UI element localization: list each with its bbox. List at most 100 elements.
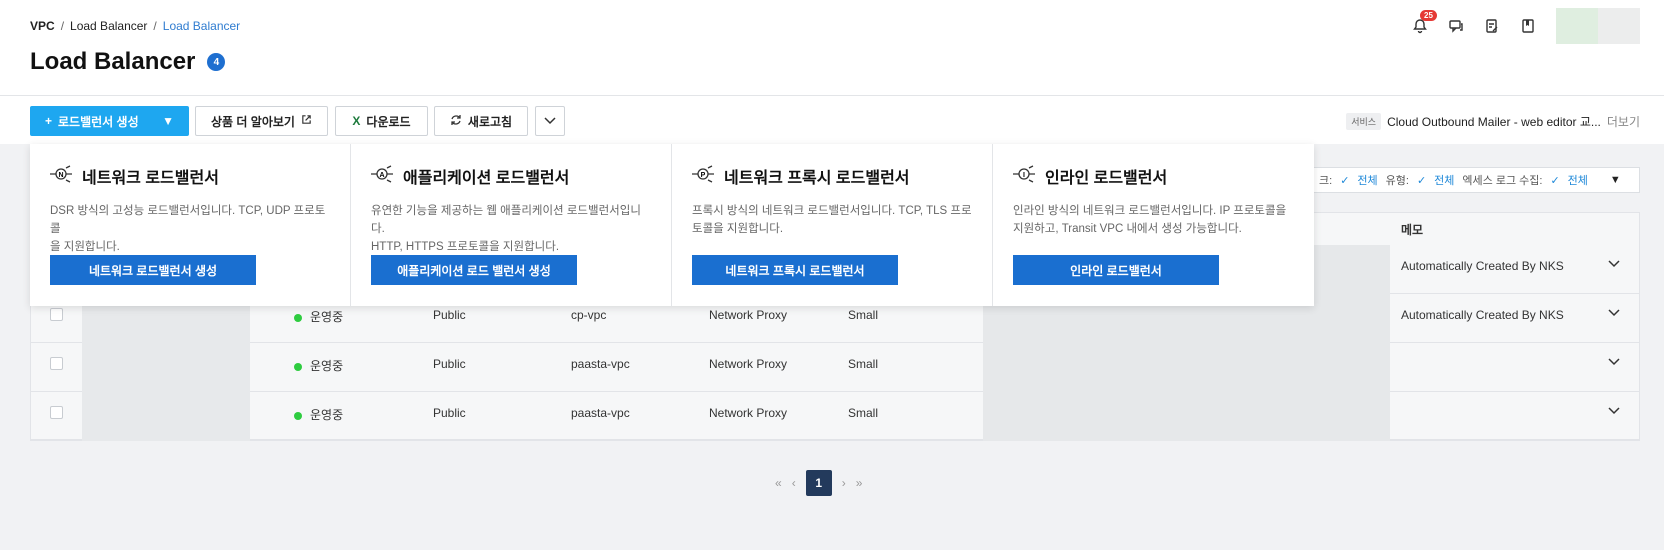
row-size: Small — [848, 357, 879, 371]
download-button[interactable]: X 다운로드 — [335, 106, 428, 136]
chevron-down-icon — [544, 114, 556, 128]
memo-column-header: 메모 — [1401, 223, 1424, 237]
dropdown-card-title-text: 네트워크 로드밸런서 — [82, 170, 219, 187]
dropdown-card-application: A 애플리케이션 로드밸런서 유연한 기능을 제공하는 웹 애플리케이션 로드밸… — [351, 144, 672, 306]
more-options-button[interactable] — [535, 106, 565, 136]
row-checkbox[interactable] — [50, 406, 63, 419]
row-checkbox[interactable] — [50, 308, 63, 321]
row-status-text: 운영중 — [310, 310, 344, 324]
prev-page-icon[interactable]: ‹ — [792, 476, 796, 490]
breadcrumb-item-current[interactable]: Load Balancer — [163, 19, 240, 33]
page-title-text: Load Balancer — [30, 48, 196, 75]
inline-lb-icon: I — [1013, 164, 1035, 188]
breadcrumb-separator: / — [60, 19, 65, 33]
svg-text:I: I — [1023, 172, 1025, 179]
expand-row-chevron-icon[interactable] — [1608, 355, 1620, 369]
svg-text:P: P — [701, 172, 706, 179]
last-page-icon[interactable]: » — [856, 476, 863, 490]
create-network-lb-button[interactable]: 네트워크 로드밸런서 생성 — [50, 255, 256, 285]
desc-line: DSR 방식의 고성능 로드밸런서입니다. TCP, UDP 프로토콜 — [50, 205, 326, 235]
book-icon[interactable] — [1516, 14, 1540, 38]
dropdown-card-title-text: 애플리케이션 로드밸런서 — [403, 170, 570, 187]
create-network-proxy-lb-button[interactable]: 네트워크 프록시 로드밸런서 — [692, 255, 898, 285]
filter-dropdown-caret-icon[interactable]: ▼ — [1610, 174, 1621, 186]
more-link[interactable]: 더보기 — [1607, 113, 1640, 130]
toolbar: + 로드밸런서 생성 ▼ 상품 더 알아보기 X 다운로드 새로고침 서비스 C… — [0, 96, 1664, 144]
edit-note-icon[interactable] — [1480, 14, 1504, 38]
breadcrumb: VPC / Load Balancer / Load Balancer — [30, 19, 240, 33]
filter-network-label: 크: — [1319, 175, 1333, 187]
expand-row-chevron-icon[interactable] — [1608, 257, 1620, 271]
caret-down-icon: ▼ — [162, 114, 174, 128]
service-name[interactable]: Cloud Outbound Mailer - web editor 교... — [1387, 113, 1601, 130]
row-type: Network Proxy — [709, 308, 788, 322]
row-access: Public — [433, 357, 466, 371]
check-icon: ✓ — [1550, 174, 1560, 187]
create-load-balancer-button[interactable]: + 로드밸런서 생성 ▼ — [30, 106, 189, 136]
page-number-current[interactable]: 1 — [805, 470, 832, 496]
row-status: 운영중 — [294, 406, 343, 423]
row-memo: Automatically Created By NKS — [1401, 259, 1564, 273]
desc-line: 을 지원합니다. — [50, 241, 120, 253]
download-label: 다운로드 — [366, 114, 411, 129]
expand-row-chevron-icon[interactable] — [1608, 404, 1620, 418]
dropdown-card-title-text: 인라인 로드밸런서 — [1045, 170, 1168, 187]
table-row[interactable]: 운영중 Public paasta-vpc Network Proxy Smal… — [30, 343, 1640, 392]
create-application-lb-button[interactable]: 애플리케이션 로드 밸런서 생성 — [371, 255, 577, 285]
first-page-icon[interactable]: « — [775, 476, 782, 490]
breadcrumb-item-load-balancer[interactable]: Load Balancer — [70, 19, 147, 33]
desc-line: 토콜을 지원합니다. — [692, 223, 784, 235]
refresh-button[interactable]: 새로고침 — [434, 106, 528, 136]
check-icon: ✓ — [1340, 174, 1350, 187]
create-inline-lb-button[interactable]: 인라인 로드밸런서 — [1013, 255, 1219, 285]
filter-type-label: 유형: — [1385, 175, 1409, 187]
row-vpc: paasta-vpc — [571, 357, 630, 371]
plus-icon: + — [45, 114, 53, 128]
next-page-icon[interactable]: › — [842, 476, 846, 490]
excel-icon: X — [352, 114, 361, 128]
desc-line: 지원하고, Transit VPC 내에서 생성 가능합니다. — [1013, 223, 1242, 235]
create-button-label: 로드밸런서 생성 — [58, 114, 139, 129]
row-type: Network Proxy — [709, 357, 788, 371]
row-vpc: cp-vpc — [571, 308, 607, 322]
chat-icon[interactable] — [1444, 14, 1468, 38]
redacted-area — [983, 392, 1390, 441]
desc-line: HTTP, HTTPS 프로토콜을 지원합니다. — [371, 241, 560, 253]
page-title: Load Balancer 4 — [30, 48, 226, 76]
dropdown-card-title: I 인라인 로드밸런서 — [1013, 164, 1294, 188]
learn-more-button[interactable]: 상품 더 알아보기 — [195, 106, 328, 136]
desc-line: 유연한 기능을 제공하는 웹 애플리케이션 로드밸런서입니다. — [371, 205, 641, 235]
row-size: Small — [848, 406, 879, 420]
desc-line: 인라인 방식의 네트워크 로드밸런서입니다. IP 프로토콜을 — [1013, 205, 1287, 217]
dropdown-card-description: 유연한 기능을 제공하는 웹 애플리케이션 로드밸런서입니다. HTTP, HTT… — [371, 202, 651, 253]
dropdown-card-network-proxy: P 네트워크 프록시 로드밸런서 프록시 방식의 네트워크 로드밸런서입니다. … — [672, 144, 993, 306]
dropdown-card-network: N 네트워크 로드밸런서 DSR 방식의 고성능 로드밸런서입니다. TCP, … — [30, 144, 351, 306]
user-avatar[interactable] — [1556, 8, 1640, 44]
filter-access-log-value[interactable]: 전체 — [1568, 172, 1588, 188]
breadcrumb-item-vpc[interactable]: VPC — [30, 19, 55, 33]
dropdown-card-description: DSR 방식의 고성능 로드밸런서입니다. TCP, UDP 프로토콜을 지원합… — [50, 202, 330, 253]
row-checkbox[interactable] — [50, 357, 63, 370]
bell-icon[interactable]: 25 — [1408, 10, 1437, 38]
create-dropdown-panel: N 네트워크 로드밸런서 DSR 방식의 고성능 로드밸런서입니다. TCP, … — [30, 144, 1314, 306]
svg-text:A: A — [379, 172, 384, 179]
filter-type-value[interactable]: 전체 — [1434, 172, 1454, 188]
row-access: Public — [433, 406, 466, 420]
row-status-text: 운영중 — [310, 359, 344, 373]
row-status-text: 운영중 — [310, 408, 344, 422]
redacted-area — [82, 392, 250, 441]
expand-row-chevron-icon[interactable] — [1608, 306, 1620, 320]
table-row[interactable]: 운영중 Public paasta-vpc Network Proxy Smal… — [30, 392, 1640, 441]
breadcrumb-separator: / — [153, 19, 157, 33]
status-dot-icon — [294, 362, 302, 371]
dropdown-card-title-text: 네트워크 프록시 로드밸런서 — [724, 170, 910, 187]
row-status: 운영중 — [294, 308, 343, 325]
dropdown-card-inline: I 인라인 로드밸런서 인라인 방식의 네트워크 로드밸런서입니다. IP 프로… — [993, 144, 1314, 306]
notification-count-badge: 25 — [1420, 10, 1437, 21]
filter-network-value[interactable]: 전체 — [1357, 172, 1377, 188]
pagination: « ‹ 1 › » — [775, 470, 862, 496]
dropdown-card-title: A 애플리케이션 로드밸런서 — [371, 164, 651, 188]
network-proxy-lb-icon: P — [692, 164, 714, 188]
top-header: VPC / Load Balancer / Load Balancer Load… — [0, 0, 1664, 96]
learn-more-label: 상품 더 알아보기 — [211, 114, 295, 129]
